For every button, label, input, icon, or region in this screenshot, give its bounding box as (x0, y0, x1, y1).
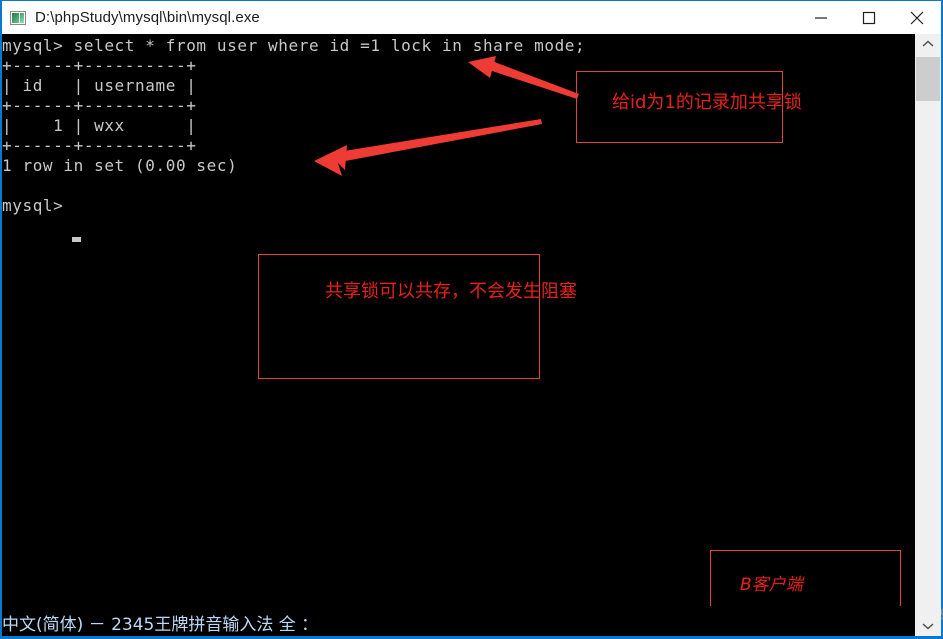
title-bar[interactable]: D:\phpStudy\mysql\bin\mysql.exe (2, 1, 941, 34)
console-app-icon (10, 10, 26, 25)
application-window: D:\phpStudy\mysql\bin\mysql.exe mysql> s… (0, 0, 943, 639)
maximize-icon (862, 11, 876, 24)
minimize-icon (815, 16, 827, 19)
annotation-label-coexist: 共享锁可以共存，不会发生阻塞 (325, 281, 577, 302)
console-cursor (72, 237, 81, 242)
console-text: mysql> select * from user where id =1 lo… (2, 36, 586, 215)
scrollbar-track[interactable] (915, 54, 941, 616)
chevron-up-icon (922, 40, 934, 47)
annotation-label-share-lock: 给id为1的记录加共享锁 (612, 92, 802, 113)
scroll-down-button[interactable] (915, 616, 941, 636)
close-button[interactable] (893, 1, 941, 34)
annotation-label-client: B客户端 (740, 575, 803, 595)
chevron-down-icon (922, 623, 934, 630)
scrollbar-thumb[interactable] (916, 57, 940, 101)
vertical-scrollbar[interactable] (915, 34, 941, 636)
window-controls (797, 1, 941, 34)
minimize-button[interactable] (797, 1, 845, 34)
annotation-box-coexist (258, 254, 540, 379)
close-icon (910, 11, 924, 24)
ime-status-bar[interactable]: 中文(简体) － 2345王牌拼音输入法 全 ： (2, 606, 915, 636)
ime-status-text: 中文(简体) － 2345王牌拼音输入法 全 ： (2, 615, 319, 635)
window-title: D:\phpStudy\mysql\bin\mysql.exe (35, 9, 260, 26)
maximize-button[interactable] (845, 1, 893, 34)
scroll-up-button[interactable] (915, 34, 941, 54)
